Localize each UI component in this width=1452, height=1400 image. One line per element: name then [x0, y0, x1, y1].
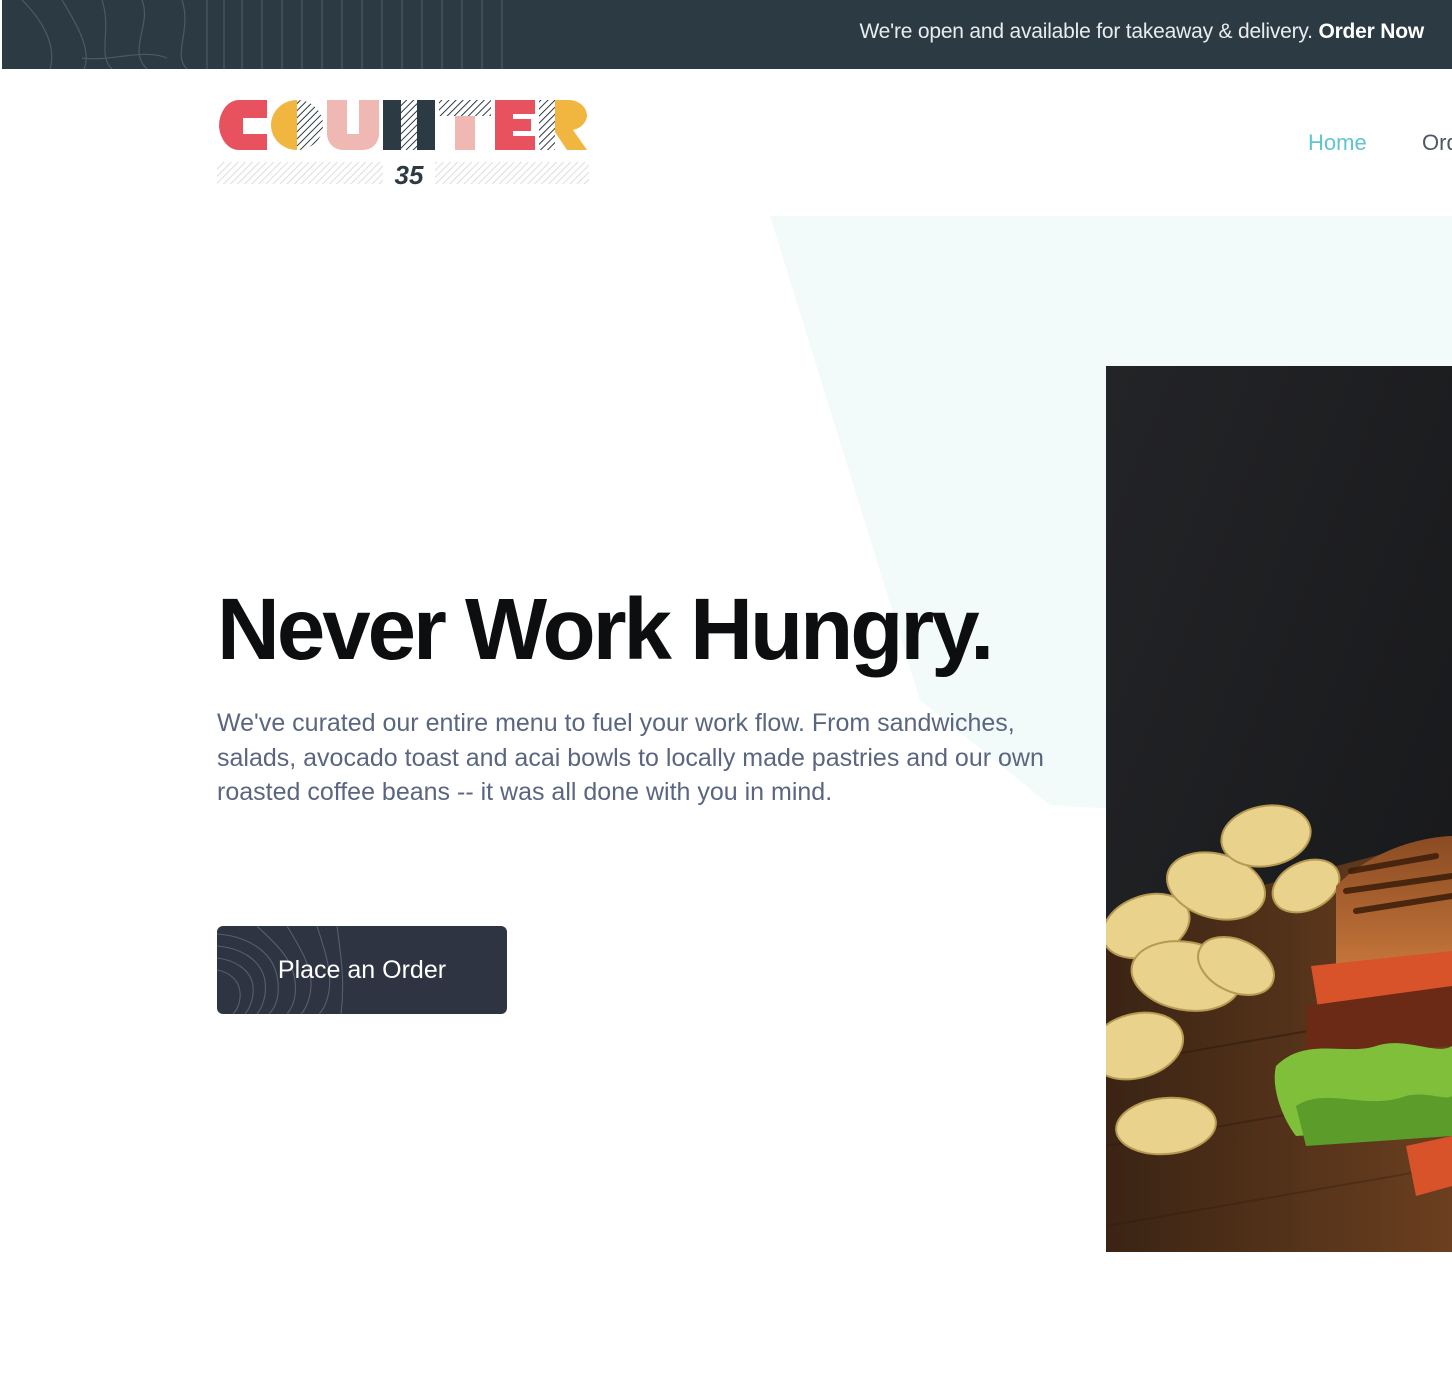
- place-order-button[interactable]: Place an Order: [217, 926, 507, 1014]
- main-nav: Home Order: [1308, 128, 1452, 162]
- nav-item-home[interactable]: Home: [1308, 130, 1367, 156]
- place-order-label: Place an Order: [277, 955, 447, 984]
- counter35-logo[interactable]: 35: [217, 98, 589, 193]
- hero-title: Never Work Hungry.: [217, 581, 994, 678]
- logo-number: 35: [395, 160, 424, 188]
- nav-item-order[interactable]: Order: [1422, 130, 1452, 156]
- hero-description: We've curated our entire menu to fuel yo…: [217, 709, 1044, 806]
- hero-food-image: [1106, 366, 1452, 1252]
